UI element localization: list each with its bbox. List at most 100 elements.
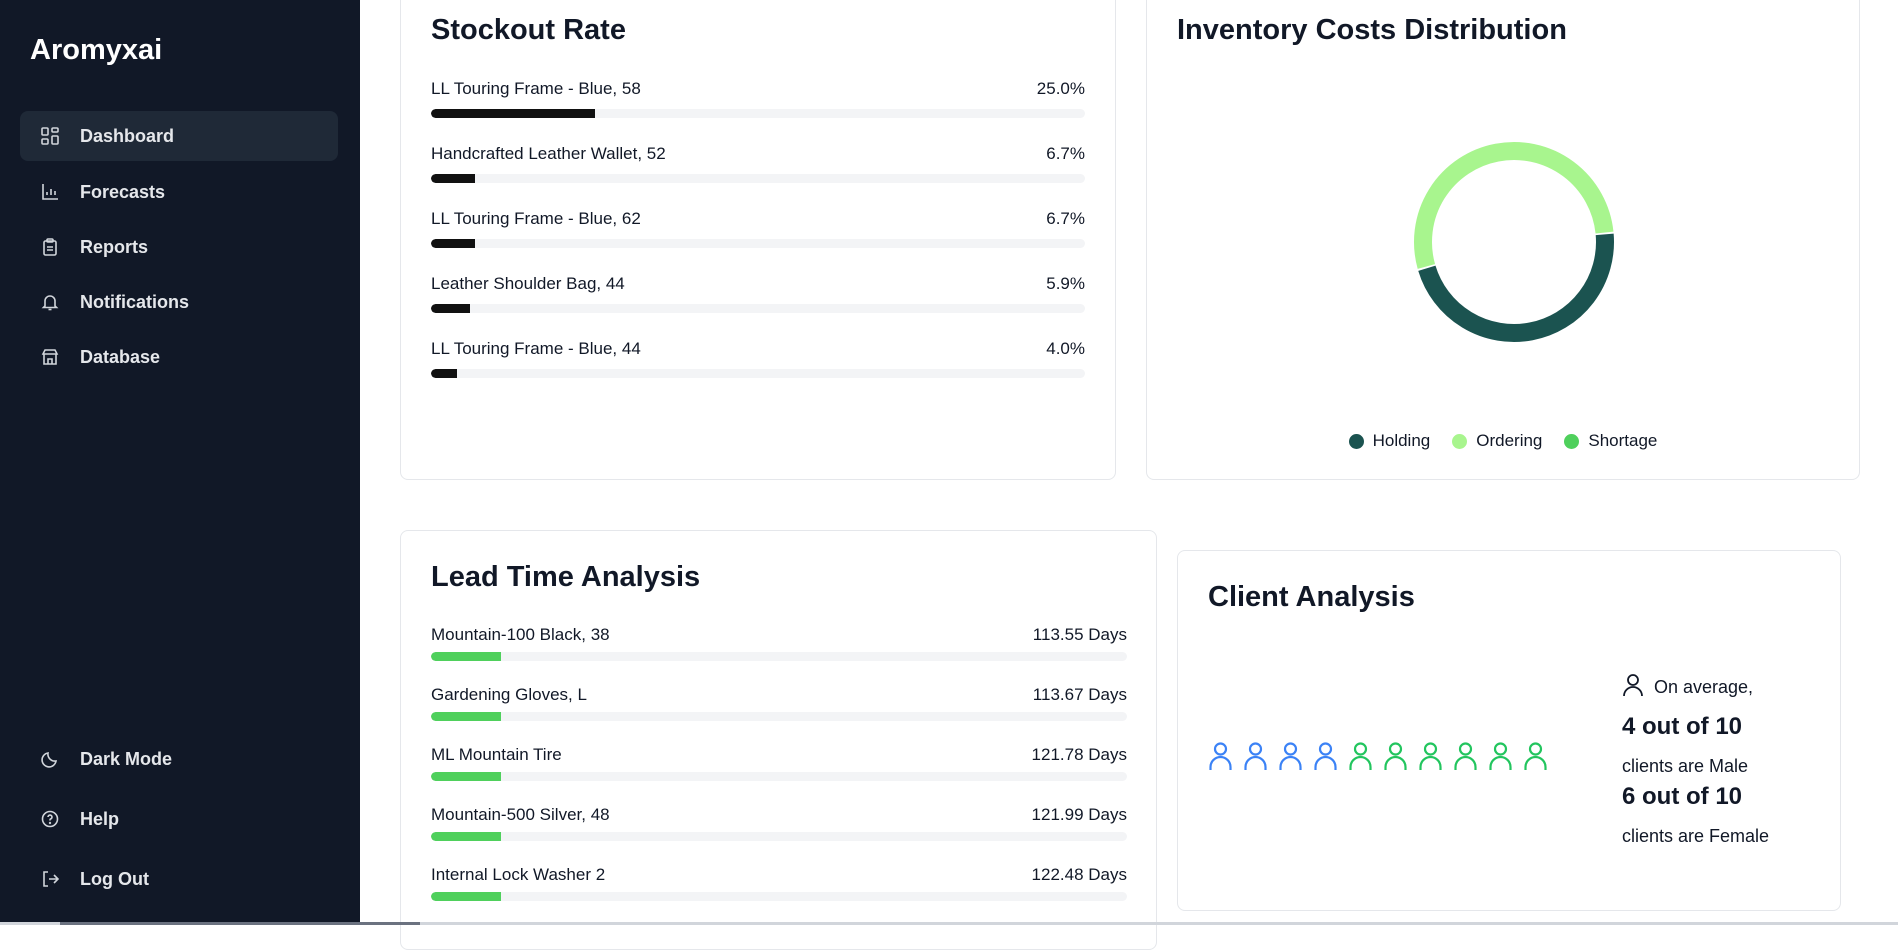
sidebar-item-label: Help	[80, 808, 120, 829]
female-person-icon	[1348, 741, 1373, 771]
bar-value: 113.55 Days	[1032, 625, 1127, 644]
progress-fill	[431, 304, 470, 313]
bar-label: Internal Lock Washer 2	[431, 865, 606, 884]
lead-time-row: Internal Lock Washer 2 122.48 Days	[431, 865, 1127, 901]
bar-value: 5.9%	[1046, 274, 1085, 293]
stockout-row: LL Touring Frame - Blue, 58 25.0%	[431, 79, 1085, 119]
male-person-icon	[1278, 741, 1303, 771]
client-intro: On average,	[1622, 673, 1753, 702]
bar-value: 6.7%	[1046, 144, 1085, 163]
bar-value: 122.48 Days	[1031, 865, 1127, 884]
legend-swatch	[1564, 433, 1580, 449]
card-title: Inventory Costs Distribution	[1177, 14, 1567, 46]
legend-label: Shortage	[1588, 431, 1658, 450]
progress-fill	[431, 174, 475, 183]
sidebar-item-label: Reports	[80, 236, 149, 257]
bar-label: ML Mountain Tire	[431, 745, 562, 764]
sidebar-item-log-out[interactable]: Log Out	[20, 854, 338, 904]
inventory-costs-card: Inventory Costs Distribution Holding Ord…	[1146, 0, 1860, 480]
legend-item-holding[interactable]: Holding	[1348, 431, 1431, 451]
dashboard-icon	[40, 126, 60, 146]
male-person-icon	[1313, 741, 1338, 771]
stockout-rate-card: Stockout Rate LL Touring Frame - Blue, 5…	[400, 0, 1116, 480]
stockout-row: Handcrafted Leather Wallet, 52 6.7%	[431, 144, 1085, 184]
bar-label: Handcrafted Leather Wallet, 52	[431, 144, 666, 163]
sidebar: Aromyxai Dashboard Forecasts Reports Not…	[0, 0, 360, 925]
brand-logo[interactable]: Aromyxai	[30, 34, 162, 67]
progress-fill	[431, 892, 501, 901]
moon-icon	[40, 749, 60, 769]
sidebar-item-label: Dark Mode	[80, 748, 173, 769]
progress-track	[431, 304, 1085, 313]
legend-swatch	[1452, 433, 1468, 449]
female-person-icon	[1523, 741, 1548, 771]
chart-legend: Holding Ordering Shortage	[1147, 431, 1859, 451]
sidebar-item-reports[interactable]: Reports	[20, 222, 338, 272]
bar-value: 113.67 Days	[1032, 685, 1127, 704]
progress-track	[431, 369, 1085, 378]
sidebar-item-notifications[interactable]: Notifications	[20, 277, 338, 327]
bar-label: Gardening Gloves, L	[431, 685, 587, 704]
chart-icon	[40, 182, 60, 202]
sidebar-item-forecasts[interactable]: Forecasts	[20, 167, 338, 217]
progress-fill	[431, 109, 595, 118]
progress-track	[431, 892, 1127, 901]
store-icon	[40, 347, 60, 367]
male-count: 4 out of 10	[1622, 713, 1743, 740]
progress-fill	[431, 369, 458, 378]
progress-fill	[431, 652, 501, 661]
legend-label: Ordering	[1476, 431, 1543, 450]
sidebar-item-label: Notifications	[80, 291, 190, 312]
progress-track	[431, 109, 1085, 118]
sidebar-item-help[interactable]: Help	[20, 794, 338, 844]
bar-value: 121.78 Days	[1031, 745, 1127, 764]
progress-track	[431, 239, 1085, 248]
female-person-icon	[1383, 741, 1408, 771]
bar-label: Leather Shoulder Bag, 44	[431, 274, 625, 293]
progress-track	[431, 772, 1127, 781]
progress-track	[431, 652, 1127, 661]
bar-label: Mountain-100 Black, 38	[431, 625, 610, 644]
card-title: Lead Time Analysis	[431, 561, 701, 593]
donut-chart	[1414, 142, 1614, 342]
bar-label: LL Touring Frame - Blue, 44	[431, 339, 641, 358]
sidebar-item-label: Database	[80, 346, 161, 367]
stockout-row: LL Touring Frame - Blue, 62 6.7%	[431, 209, 1085, 249]
progress-fill	[431, 832, 501, 841]
sidebar-item-dashboard[interactable]: Dashboard	[20, 111, 338, 161]
bar-label: Mountain-500 Silver, 48	[431, 805, 610, 824]
progress-track	[431, 712, 1127, 721]
female-count: 6 out of 10	[1622, 783, 1743, 810]
legend-label: Holding	[1372, 431, 1431, 450]
clipboard-icon	[40, 237, 60, 257]
female-person-icon	[1488, 741, 1513, 771]
sidebar-item-label: Forecasts	[80, 181, 166, 202]
female-person-icon	[1453, 741, 1478, 771]
male-person-icon	[1243, 741, 1268, 771]
progress-track	[431, 174, 1085, 183]
progress-fill	[431, 239, 475, 248]
user-icon	[1622, 673, 1644, 702]
legend-item-ordering[interactable]: Ordering	[1452, 431, 1542, 451]
sidebar-item-label: Log Out	[80, 868, 149, 889]
bar-label: LL Touring Frame - Blue, 62	[431, 209, 641, 228]
legend-swatch	[1348, 433, 1364, 449]
male-text: clients are Male	[1622, 756, 1749, 776]
lead-time-row: Mountain-500 Silver, 48 121.99 Days	[431, 805, 1127, 841]
bar-value: 6.7%	[1046, 209, 1085, 228]
progress-fill	[431, 772, 501, 781]
card-title: Client Analysis	[1208, 581, 1415, 613]
bar-value: 4.0%	[1046, 339, 1085, 358]
lead-time-row: Mountain-100 Black, 38 113.55 Days	[431, 625, 1127, 661]
sidebar-item-label: Dashboard	[80, 125, 175, 146]
legend-item-shortage[interactable]: Shortage	[1564, 431, 1657, 451]
sidebar-item-dark-mode[interactable]: Dark Mode	[20, 734, 338, 784]
client-gender-icons	[1208, 741, 1548, 771]
female-person-icon	[1418, 741, 1443, 771]
sidebar-item-database[interactable]: Database	[20, 332, 338, 382]
lead-time-row: Gardening Gloves, L 113.67 Days	[431, 685, 1127, 721]
donut-slice-ordering[interactable]	[1414, 142, 1614, 269]
donut-slice-holding[interactable]	[1418, 233, 1614, 342]
card-title: Stockout Rate	[431, 14, 626, 46]
lead-time-row: ML Mountain Tire 121.78 Days	[431, 745, 1127, 781]
